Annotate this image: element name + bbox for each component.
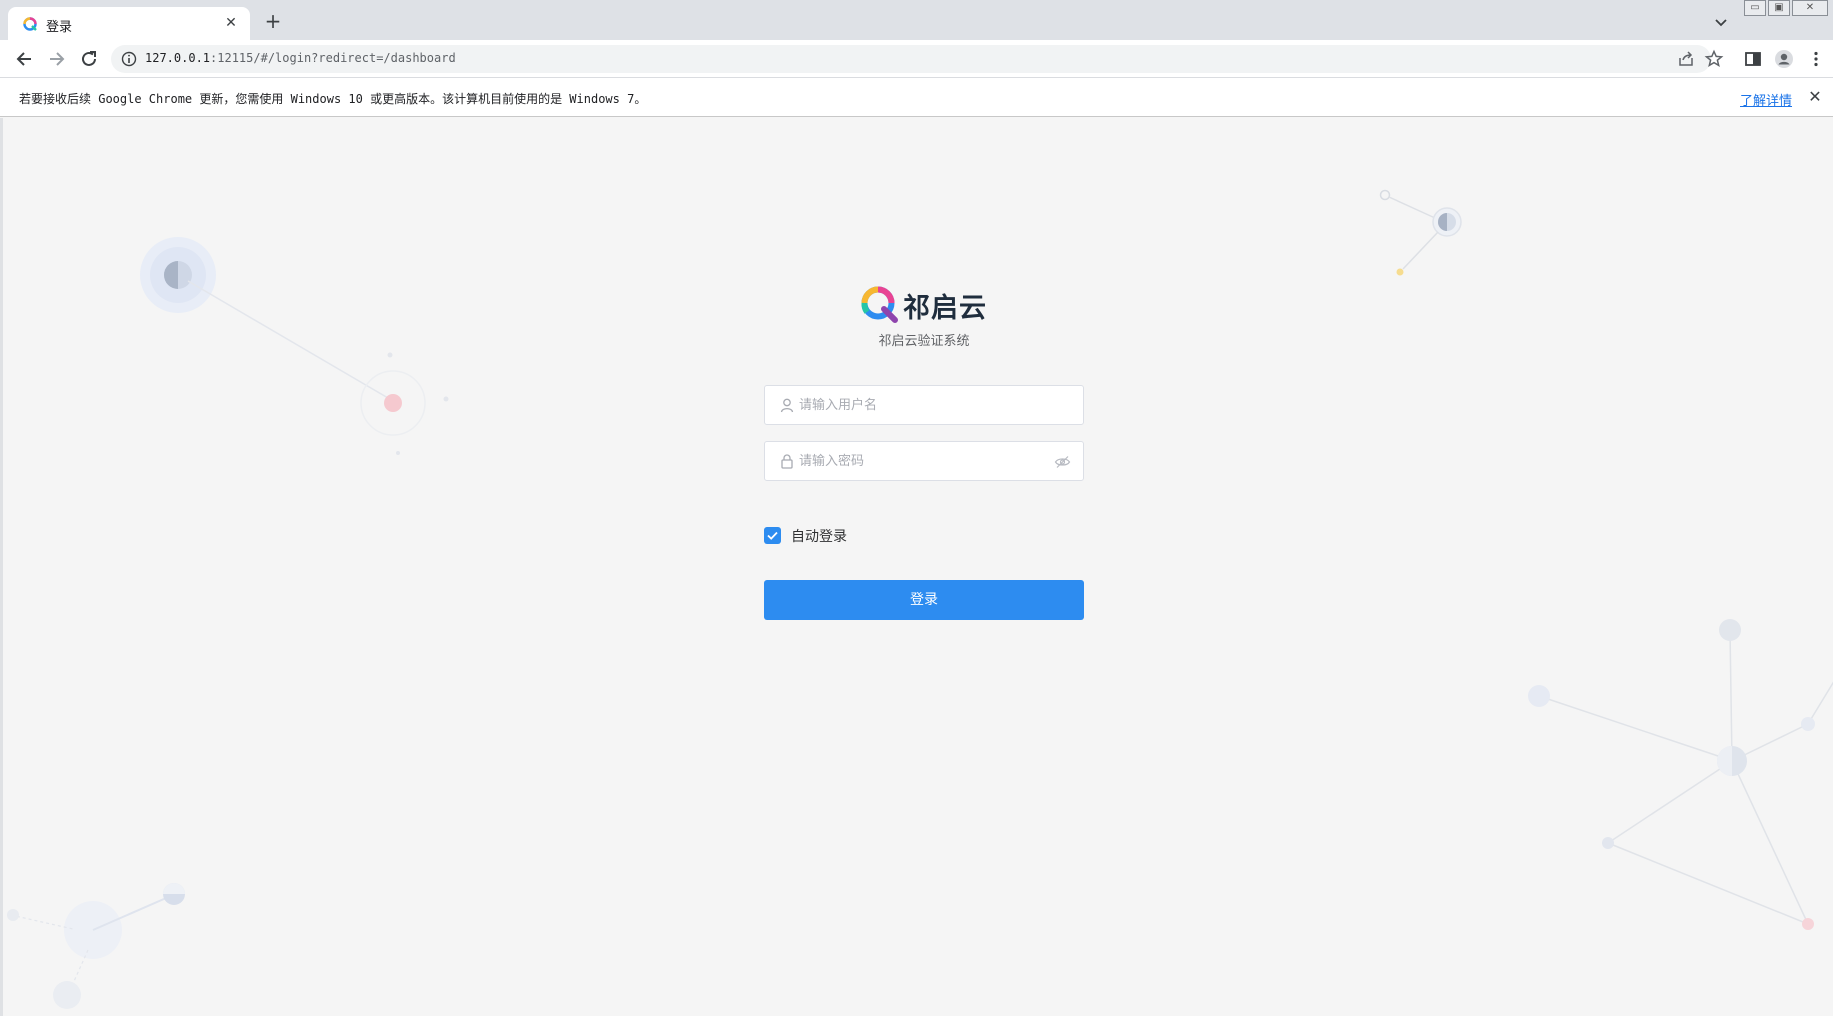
tab-title: 登录 xyxy=(46,20,73,35)
auto-login-checkbox[interactable]: 自动登录 xyxy=(764,525,884,545)
url-host: 127.0.0.1 xyxy=(145,51,211,65)
sidepanel-icon[interactable] xyxy=(1743,49,1763,69)
address-bar[interactable]: 127.0.0.1:12115/#/login?redirect=/dashbo… xyxy=(111,45,1724,73)
reload-icon[interactable] xyxy=(78,48,100,70)
eye-hidden-icon[interactable] xyxy=(1054,454,1071,470)
password-field[interactable] xyxy=(764,441,1084,481)
checkbox[interactable] xyxy=(764,527,781,544)
minimize-icon: ▭ xyxy=(1750,2,1760,13)
forward-icon[interactable] xyxy=(45,48,67,70)
chevron-down-icon[interactable] xyxy=(1712,13,1730,31)
background-decoration xyxy=(7,189,1833,1009)
learn-more-link[interactable]: 了解详情 xyxy=(1740,90,1792,109)
lock-icon xyxy=(781,454,793,469)
new-tab-button[interactable]: + xyxy=(262,11,284,33)
tab-strip: 登录 ✕ + ▭ ▣ ✕ xyxy=(0,0,1833,40)
info-icon[interactable] xyxy=(121,51,137,67)
username-field[interactable] xyxy=(764,385,1084,425)
q-logo-icon xyxy=(861,286,898,323)
brand: 祁启云 xyxy=(859,282,999,324)
url-path: :12115/#/login?redirect=/dashboard xyxy=(210,51,456,65)
tab-close-icon[interactable]: ✕ xyxy=(222,14,240,32)
maximize-icon: ▣ xyxy=(1774,2,1784,13)
menu-icon[interactable] xyxy=(1806,49,1826,69)
login-button[interactable]: 登录 xyxy=(764,580,1084,620)
update-infobar: 若要接收后续 Google Chrome 更新，您需使用 Windows 10 … xyxy=(0,77,1833,117)
page-subtitle: 祁启云验证系统 xyxy=(878,334,970,349)
url-text[interactable]: 127.0.0.1:12115/#/login?redirect=/dashbo… xyxy=(145,51,456,65)
user-icon xyxy=(780,398,794,413)
auto-login-label[interactable]: 自动登录 xyxy=(791,526,847,546)
browser-toolbar: 127.0.0.1:12115/#/login?redirect=/dashbo… xyxy=(0,40,1833,77)
close-window-button[interactable]: ✕ xyxy=(1792,0,1828,16)
login-page: 祁启云 祁启云验证系统 请输入用户名 自动登录 登录 xyxy=(0,118,1833,1016)
username-input[interactable] xyxy=(799,394,1039,416)
minimize-button[interactable]: ▭ xyxy=(1744,0,1766,16)
infobar-message: 若要接收后续 Google Chrome 更新，您需使用 Windows 10 … xyxy=(19,92,647,106)
share-icon[interactable] xyxy=(1676,49,1696,69)
brand-name: 祁启云 xyxy=(903,293,987,324)
star-icon[interactable] xyxy=(1704,49,1724,69)
infobar-close-icon[interactable]: ✕ xyxy=(1806,88,1824,106)
q-logo-icon xyxy=(23,17,37,31)
profile-icon[interactable] xyxy=(1774,49,1794,69)
check-icon xyxy=(767,531,778,540)
maximize-button[interactable]: ▣ xyxy=(1768,0,1790,16)
close-icon: ✕ xyxy=(1805,2,1815,13)
back-icon[interactable] xyxy=(14,48,36,70)
browser-tab[interactable]: 登录 ✕ xyxy=(8,7,250,40)
password-input[interactable] xyxy=(799,450,1039,472)
